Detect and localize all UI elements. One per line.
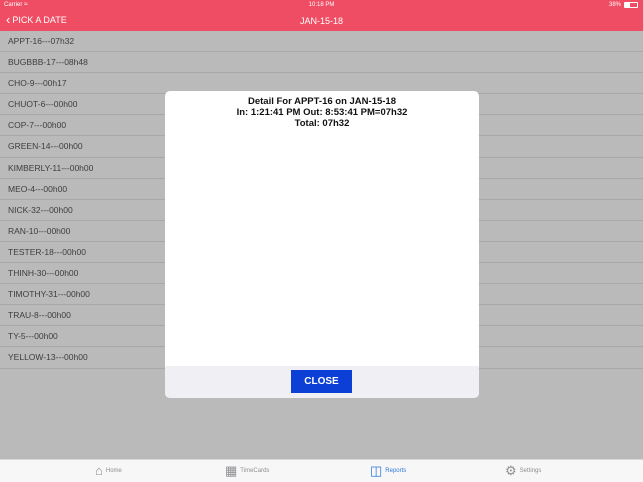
reports-icon: ◫ [370, 463, 383, 478]
home-icon: ⌂ [95, 463, 103, 478]
detail-text: Detail For APPT-16 on JAN-15-18 In: 1:21… [165, 91, 479, 129]
tab-home[interactable]: ⌂ Home [95, 463, 122, 478]
battery-percent: 38% [608, 2, 621, 8]
tab-label: Home [105, 467, 122, 474]
tab-bar: ⌂ Home ▦ TimeCards ◫ Reports ⚙ Settings [0, 459, 643, 482]
clock: 10:18 PM [308, 2, 335, 8]
detail-modal: Detail For APPT-16 on JAN-15-18 In: 1:21… [165, 91, 479, 398]
page-title: JAN-15-18 [299, 16, 344, 26]
tab-timecards[interactable]: ▦ TimeCards [225, 463, 269, 478]
detail-total: Total: 07h32 [294, 118, 350, 129]
close-button[interactable]: CLOSE [291, 370, 352, 393]
tab-reports[interactable]: ◫ Reports [370, 463, 406, 478]
gear-icon: ⚙ [505, 463, 517, 478]
tab-settings[interactable]: ⚙ Settings [505, 463, 541, 478]
status-bar: Carrier ≈ 10:18 PM 38% [0, 0, 643, 11]
nav-bar: ‹ PICK A DATE JAN-15-18 [0, 11, 643, 31]
detail-times: In: 1:21:41 PM Out: 8:53:41 PM=07h32 [236, 107, 408, 118]
detail-title: Detail For APPT-16 on JAN-15-18 [248, 96, 396, 107]
tab-label: TimeCards [240, 467, 270, 474]
battery-icon [624, 2, 638, 8]
tab-label: Reports [385, 467, 407, 474]
calendar-icon: ▦ [225, 463, 238, 478]
modal-footer: CLOSE [165, 366, 479, 398]
tab-label: Settings [519, 467, 542, 474]
